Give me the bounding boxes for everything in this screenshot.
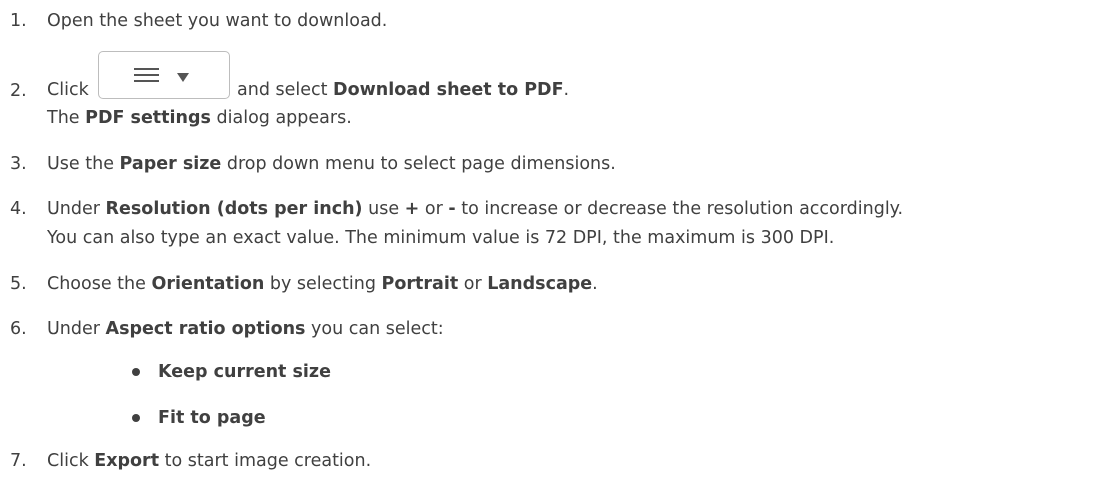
step-5-bold-3: Landscape — [487, 274, 593, 294]
bullet-icon — [132, 414, 140, 422]
step-4-mid-2: or — [419, 199, 449, 219]
step-2-bold: Download sheet to PDF — [333, 80, 564, 100]
step-2-result: The PDF settings dialog appears. — [47, 106, 352, 130]
step-4-text: Under Resolution (dots per inch) use + o… — [47, 197, 903, 221]
step-7-text: Click Export to start image creation. — [47, 449, 371, 473]
step-5-mid-2: or — [458, 274, 488, 294]
step-1-text: Open the sheet you want to download. — [47, 11, 388, 31]
step-7-suffix: to start image creation. — [159, 451, 372, 471]
step-7-prefix: Click — [47, 451, 95, 471]
step-2-line2-prefix: The — [47, 108, 86, 128]
step-2-suffix: . — [563, 80, 570, 100]
step-4-bold-3: - — [448, 199, 456, 219]
step-7-bold: Export — [94, 451, 160, 471]
step-6-prefix: Under — [47, 319, 106, 339]
step-5-prefix: Choose the — [47, 274, 152, 294]
step-3-prefix: Use the — [47, 154, 120, 174]
step-4-line-2: You can also type an exact value. The mi… — [47, 228, 835, 248]
step-6-number: 6. — [10, 319, 27, 339]
step-5-mid-1: by selecting — [264, 274, 382, 294]
step-6-option-1: Keep current size — [158, 362, 331, 382]
step-3-text: Use the Paper size drop down menu to sel… — [47, 152, 616, 176]
chevron-down-icon — [177, 73, 189, 82]
step-2-action: and select Download sheet to PDF. — [237, 78, 569, 102]
step-4-bold-2: + — [404, 199, 420, 219]
step-5-bold-1: Orientation — [151, 274, 265, 294]
step-2-number: 2. — [10, 81, 27, 101]
step-3-bold: Paper size — [119, 154, 222, 174]
menu-dropdown-button[interactable] — [98, 51, 230, 99]
step-4-prefix: Under — [47, 199, 106, 219]
step-1-number: 1. — [10, 11, 27, 31]
step-6-suffix: you can select: — [305, 319, 444, 339]
step-4-bold-1: Resolution (dots per inch) — [105, 199, 363, 219]
step-2-prefix: Click — [47, 80, 89, 100]
step-7-number: 7. — [10, 451, 27, 471]
step-2-line2-bold: PDF settings — [85, 108, 211, 128]
step-5-bold-2: Portrait — [381, 274, 459, 294]
step-4-mid-1: use — [362, 199, 405, 219]
step-5-suffix: . — [592, 274, 598, 294]
step-4-suffix: to increase or decrease the resolution a… — [455, 199, 904, 219]
step-4-number: 4. — [10, 199, 27, 219]
step-6-option-2: Fit to page — [158, 408, 266, 428]
hamburger-menu-icon — [134, 68, 159, 83]
step-3-number: 3. — [10, 154, 27, 174]
step-6-text: Under Aspect ratio options you can selec… — [47, 317, 444, 341]
step-5-text: Choose the Orientation by selecting Port… — [47, 272, 598, 296]
step-5-number: 5. — [10, 274, 27, 294]
step-2-mid: and select — [237, 80, 334, 100]
step-2-line2-suffix: dialog appears. — [210, 108, 352, 128]
step-3-suffix: drop down menu to select page dimensions… — [221, 154, 616, 174]
step-6-bold: Aspect ratio options — [105, 319, 306, 339]
bullet-icon — [132, 368, 140, 376]
